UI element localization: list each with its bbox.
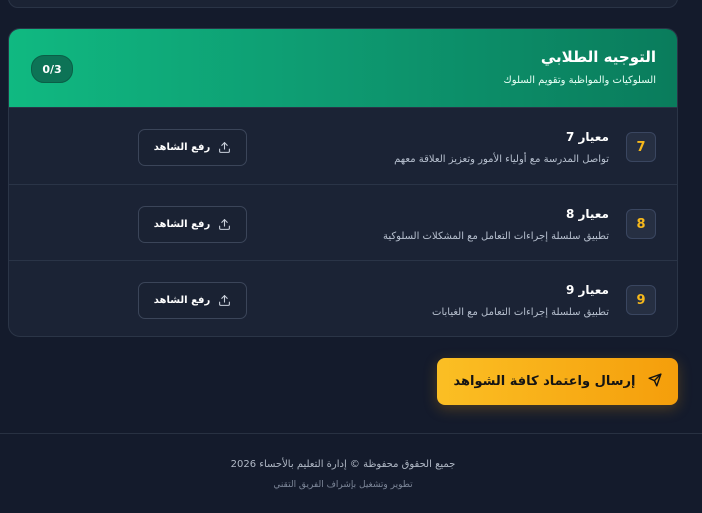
criterion-title: معيار 9 [565, 283, 609, 297]
upload-evidence-button[interactable]: رفع الشاهد [138, 282, 247, 319]
footer-credit: تطوير وتشغيل بإشراف الفريق التقني [273, 480, 413, 490]
upload-icon [218, 218, 231, 231]
criterion-description: تطبيق سلسلة إجراءات التعامل مع الغيابات [432, 307, 609, 318]
upload-button-label: رفع الشاهد [153, 142, 211, 153]
section-subtitle: السلوكيات والمواظبة وتقويم السلوك [503, 75, 656, 86]
footer-copyright: جميع الحقوق محفوظة © إدارة التعليم بالأح… [230, 459, 456, 470]
criterion-title: معيار 7 [565, 130, 609, 144]
upload-button-label: رفع الشاهد [153, 219, 211, 230]
footer: جميع الحقوق محفوظة © إدارة التعليم بالأح… [0, 433, 702, 513]
criterion-number-badge: 9 [626, 285, 656, 315]
criterion-number-badge: 7 [626, 132, 656, 162]
criterion-number-badge: 8 [626, 209, 656, 239]
submit-all-evidence-button[interactable]: إرسال واعتماد كافة الشواهد [437, 358, 678, 405]
upload-evidence-button[interactable]: رفع الشاهد [138, 129, 247, 166]
upload-icon [218, 141, 231, 154]
criterion-description: تطبيق سلسلة إجراءات التعامل مع المشكلات … [383, 231, 609, 242]
criterion-row: 9 معيار 9 تطبيق سلسلة إجراءات التعامل مع… [9, 260, 677, 336]
upload-button-label: رفع الشاهد [153, 295, 211, 306]
upload-evidence-button[interactable]: رفع الشاهد [138, 206, 247, 243]
criterion-row: 7 معيار 7 تواصل المدرسة مع أولياء الأمور… [9, 107, 677, 184]
section-card: التوجيه الطلابي السلوكيات والمواظبة وتقو… [8, 28, 678, 337]
previous-section-card [8, 0, 678, 8]
submit-button-label: إرسال واعتماد كافة الشواهد [453, 374, 636, 389]
criterion-description: تواصل المدرسة مع أولياء الأمور وتعزيز ال… [394, 154, 609, 165]
upload-icon [218, 294, 231, 307]
criterion-title: معيار 8 [565, 207, 609, 221]
send-icon [647, 372, 662, 391]
criterion-row: 8 معيار 8 تطبيق سلسلة إجراءات التعامل مع… [9, 184, 677, 261]
progress-badge: 0/3 [31, 55, 73, 83]
section-title: التوجيه الطلابي [540, 48, 656, 66]
section-header: التوجيه الطلابي السلوكيات والمواظبة وتقو… [9, 29, 677, 107]
